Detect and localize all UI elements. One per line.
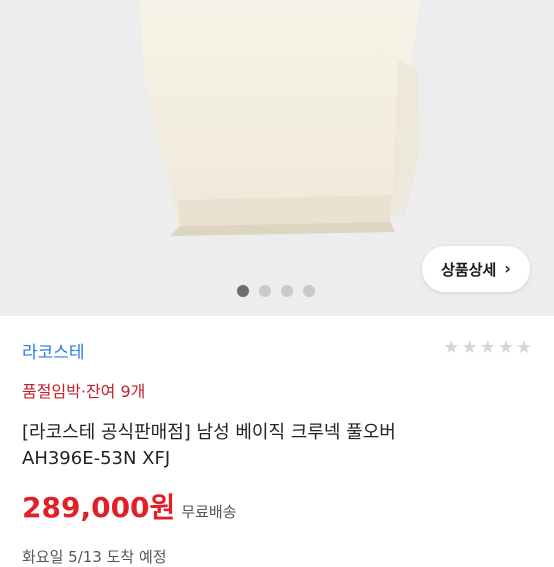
product-title-line2: AH396E-53N XFJ xyxy=(22,448,171,469)
brand-link[interactable]: 라코스테 xyxy=(22,338,85,363)
star-icon: ★ xyxy=(443,337,460,358)
pagination-dot-active[interactable] xyxy=(237,285,249,297)
star-icon: ★ xyxy=(479,337,496,358)
star-icon: ★ xyxy=(461,337,478,358)
rating-stars[interactable]: ★ ★ ★ ★ ★ xyxy=(443,337,532,358)
stock-notice: 품절임박·잔여 9개 xyxy=(22,382,146,401)
product-detail-label: 상품상세 xyxy=(441,260,497,279)
star-icon: ★ xyxy=(497,337,514,358)
star-icon: ★ xyxy=(515,337,532,358)
delivery-estimate: 화요일 5/13 도착 예정 xyxy=(22,548,167,566)
pagination-dot[interactable] xyxy=(259,285,271,297)
image-pagination-dots xyxy=(237,285,315,297)
price-row: 289,000원 무료배송 xyxy=(22,486,237,526)
product-detail-button[interactable]: 상품상세 › xyxy=(422,246,530,292)
product-image-gallery[interactable]: 상품상세 › xyxy=(0,0,554,316)
pagination-dot[interactable] xyxy=(281,285,293,297)
shipping-label: 무료배송 xyxy=(181,503,237,521)
brand-row: 라코스테 ★ ★ ★ ★ ★ xyxy=(22,337,532,363)
product-title-line1: [라코스테 공식판매점] 남성 베이직 크루넥 풀오버 xyxy=(22,422,396,443)
chevron-right-icon: › xyxy=(504,259,511,278)
product-title: [라코스테 공식판매점] 남성 베이직 크루넥 풀오버 AH396E-53N X… xyxy=(22,420,396,472)
price: 289,000원 xyxy=(22,491,176,524)
pagination-dot[interactable] xyxy=(303,285,315,297)
